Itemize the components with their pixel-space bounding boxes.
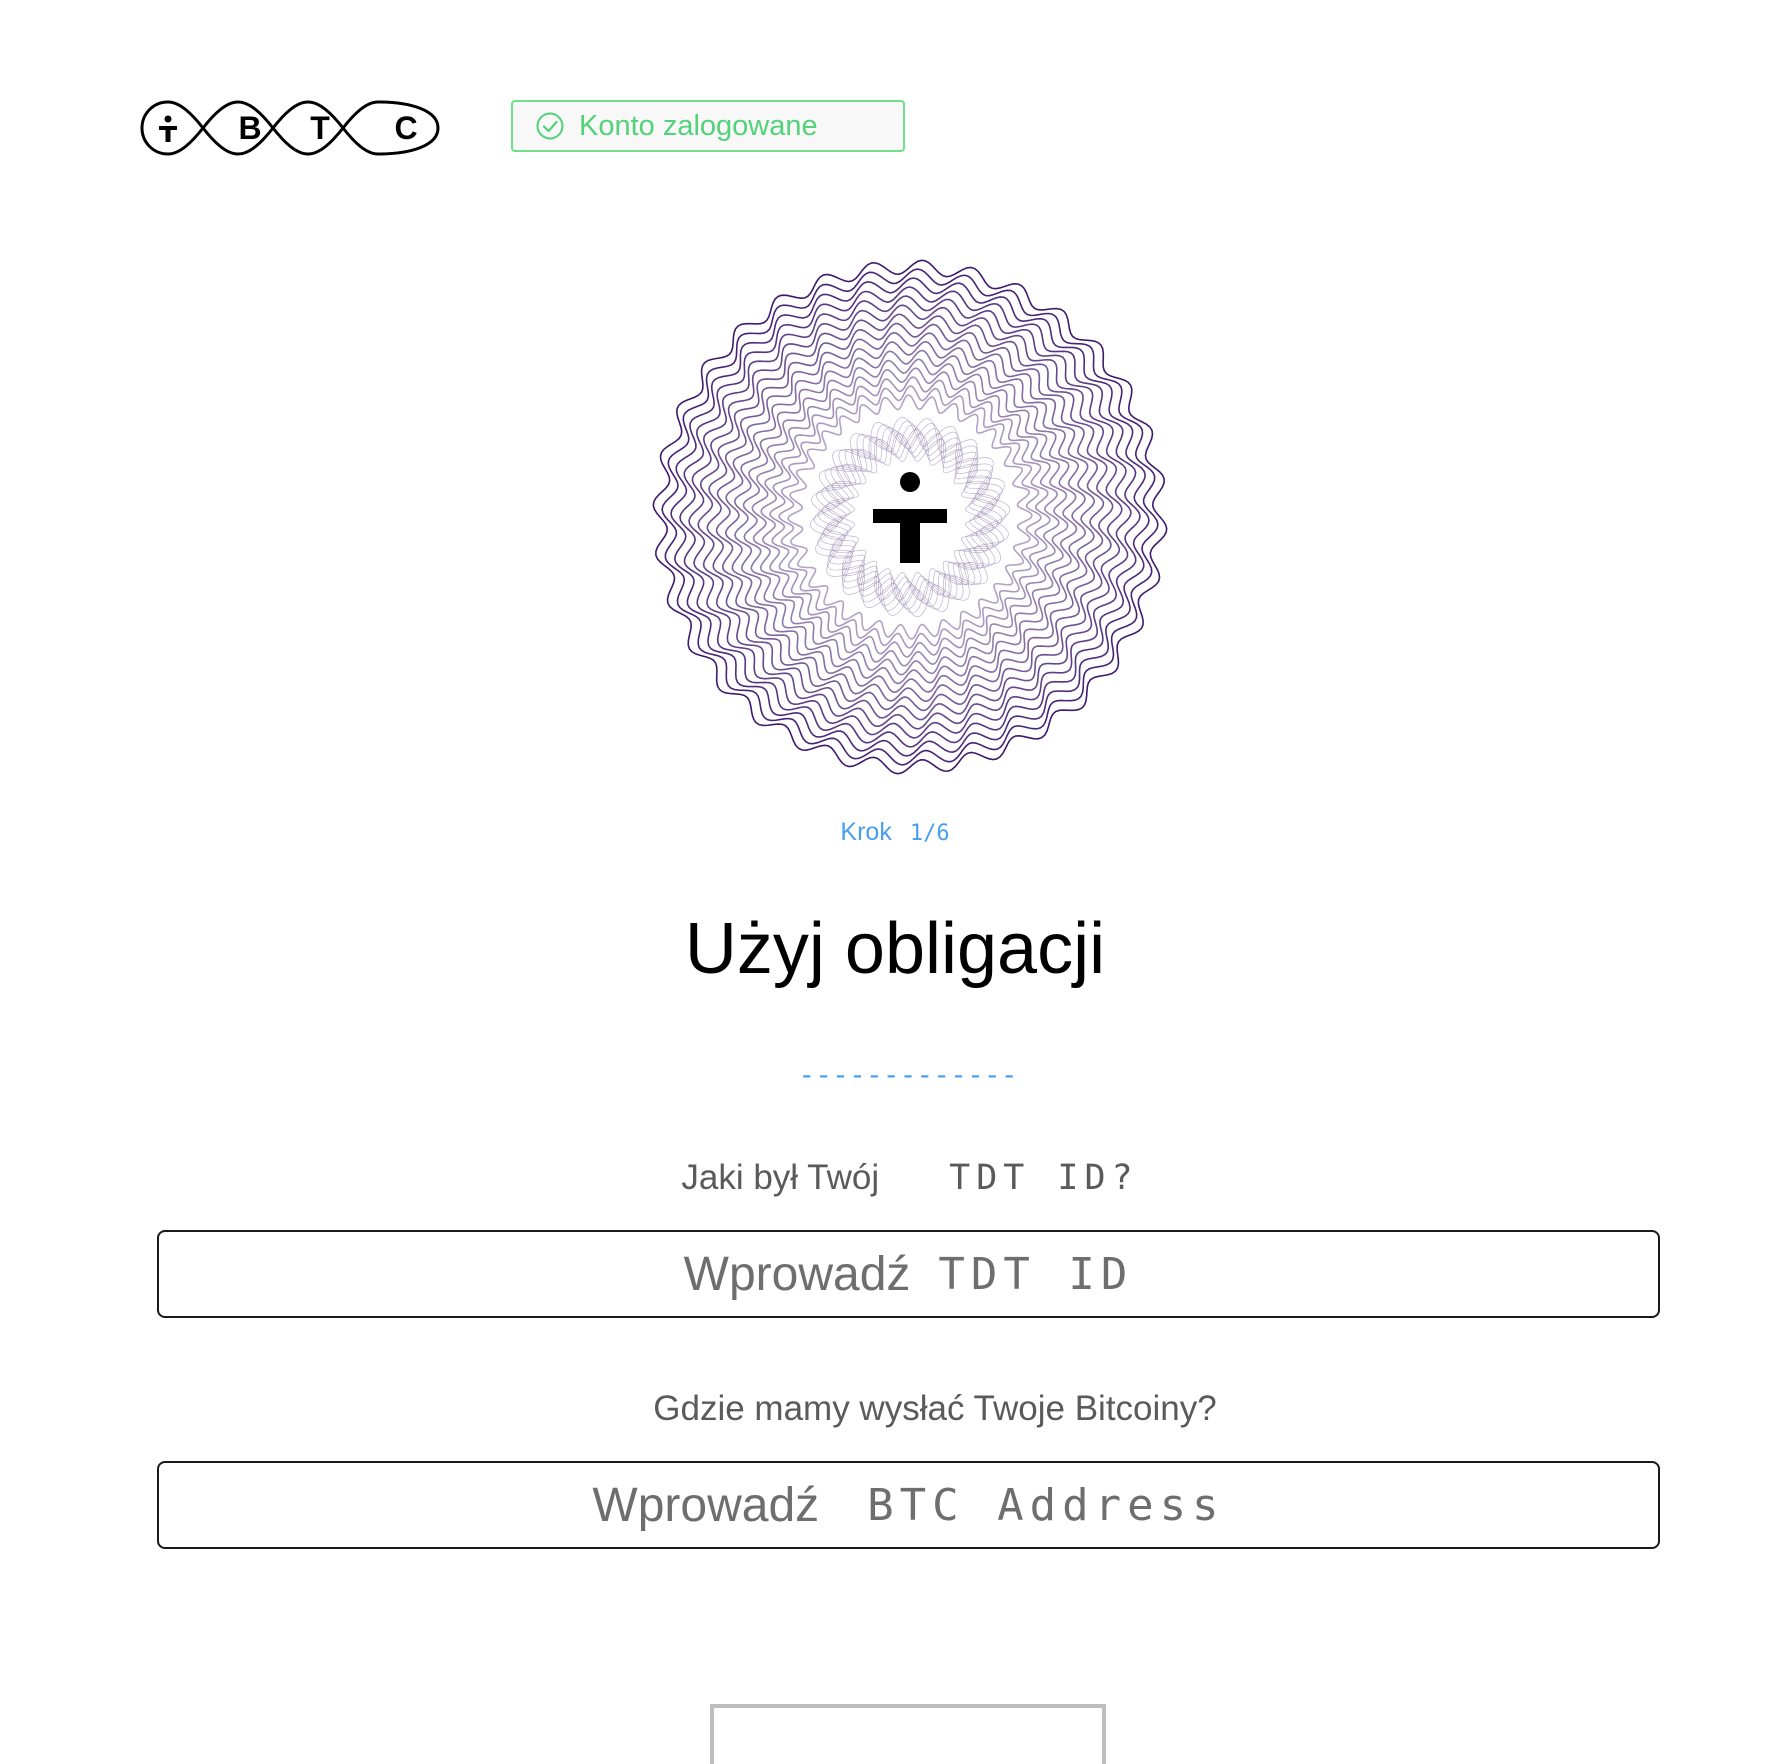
logo-letter-c: C bbox=[394, 110, 417, 146]
submit-button[interactable] bbox=[710, 1704, 1106, 1764]
check-circle-icon bbox=[536, 112, 564, 140]
btc-address-placeholder-prefix: Wprowadź bbox=[592, 1478, 820, 1532]
tdt-id-input[interactable]: Wprowadź TDT ID bbox=[157, 1230, 1660, 1318]
step-value: 1/6 bbox=[909, 821, 950, 846]
step-label: Krok bbox=[840, 818, 892, 846]
tdt-id-placeholder-prefix: Wprowadź bbox=[683, 1247, 911, 1301]
btc-address-label: Gdzie mamy wysłać Twoje Bitcoiny? bbox=[653, 1389, 1217, 1428]
btc-address-input[interactable]: Wprowadź BTC Address bbox=[157, 1461, 1660, 1549]
tdt-id-placeholder-value: TDT ID bbox=[938, 1248, 1134, 1300]
tdt-id-label-mono: TDT ID? bbox=[949, 1158, 1139, 1198]
page-title: Użyj obligacji bbox=[684, 909, 1106, 989]
tbtc-mark-spirograph-icon bbox=[652, 259, 1168, 775]
step-indicator: Krok 1/6 bbox=[0, 818, 1790, 847]
status-badge: Konto zalogowane bbox=[511, 100, 905, 152]
tdt-id-label: Jaki był Twój TDT ID? bbox=[0, 1158, 1790, 1198]
status-text: Konto zalogowane bbox=[579, 109, 818, 142]
tdt-id-label-text: Jaki był Twój bbox=[681, 1158, 880, 1197]
dashed-divider: ------------- bbox=[798, 1060, 1018, 1090]
logo-letter-b: B bbox=[238, 110, 261, 146]
tbtc-logo[interactable]: B T C bbox=[140, 100, 440, 156]
logo-letter-t: T bbox=[310, 110, 330, 146]
btc-address-placeholder-value: BTC Address bbox=[867, 1479, 1225, 1531]
